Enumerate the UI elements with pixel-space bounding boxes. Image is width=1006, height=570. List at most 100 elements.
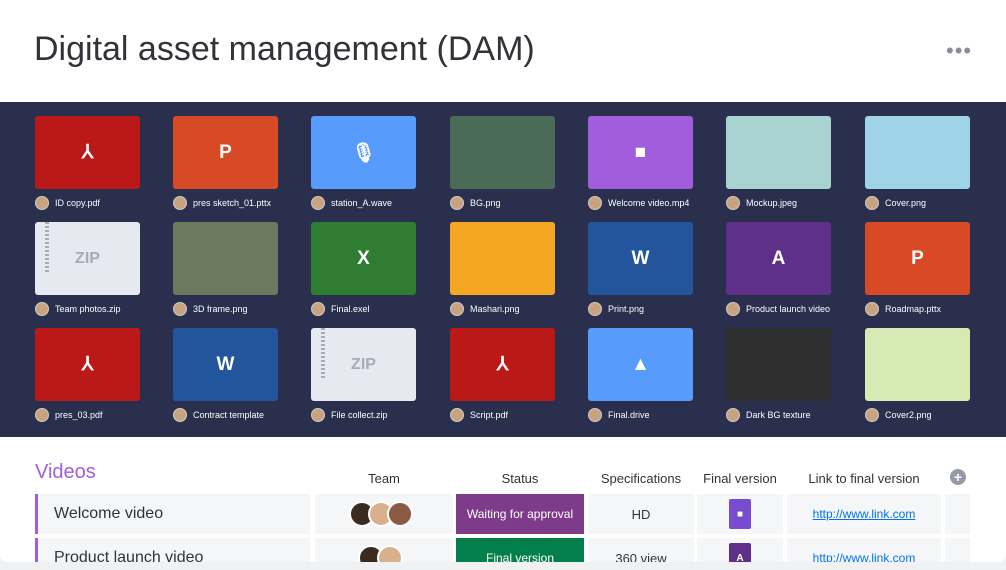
asset-label: Script.pdf — [450, 408, 508, 422]
avatar — [450, 408, 464, 422]
asset-name[interactable]: pres_03.pdf — [55, 410, 103, 420]
status-cell[interactable]: Waiting for approval — [456, 494, 584, 534]
item-name-cell[interactable]: Product launch video — [35, 538, 310, 562]
asset-tile-video[interactable]: ■ — [588, 116, 693, 189]
asset-name[interactable]: Final.drive — [608, 410, 650, 420]
asset-name[interactable]: Mockup.jpeg — [746, 198, 797, 208]
asset-label: Contract template — [173, 408, 264, 422]
avatar — [865, 408, 879, 422]
team-avatar — [377, 545, 403, 562]
add-column-button[interactable]: + — [950, 469, 966, 485]
asset-tile-image[interactable] — [450, 116, 555, 189]
asset-name[interactable]: 3D frame.png — [193, 304, 248, 314]
asset-name[interactable]: BG.png — [470, 198, 501, 208]
avatar — [35, 196, 49, 210]
asset-label: pres sketch_01.pttx — [173, 196, 271, 210]
asset-label: Team photos.zip — [35, 302, 121, 316]
final-version-cell[interactable]: ■ — [697, 494, 783, 534]
asset-label: Dark BG texture — [726, 408, 811, 422]
asset-tile-ppt[interactable]: P — [865, 222, 970, 295]
avatar — [588, 408, 602, 422]
asset-tile-image[interactable] — [726, 116, 831, 189]
asset-tile-image[interactable] — [726, 328, 831, 401]
empty-cell — [945, 494, 970, 534]
avatar — [311, 302, 325, 316]
item-name-cell[interactable]: Welcome video — [35, 494, 310, 534]
avatar — [35, 302, 49, 316]
asset-name[interactable]: Roadmap.pttx — [885, 304, 941, 314]
column-header-team[interactable]: Team — [315, 471, 453, 486]
ppt-icon: P — [219, 141, 232, 163]
avatar — [173, 408, 187, 422]
team-avatar — [386, 501, 413, 527]
asset-name[interactable]: pres sketch_01.pttx — [193, 198, 271, 208]
asset-name[interactable]: Mashari.png — [470, 304, 520, 314]
avatar — [173, 196, 187, 210]
asset-tile-image[interactable] — [865, 328, 970, 401]
asset-name[interactable]: File collect.zip — [331, 410, 388, 420]
asset-name[interactable]: Script.pdf — [470, 410, 508, 420]
zip-icon: ZIP — [75, 249, 100, 267]
asset-name[interactable]: Final.exel — [331, 304, 370, 314]
column-header-specifications[interactable]: Specifications — [588, 471, 694, 486]
asset-label: Cover2.png — [865, 408, 932, 422]
avatar — [450, 302, 464, 316]
column-header-link[interactable]: Link to final version — [787, 471, 941, 486]
asset-tile-pdf[interactable]: ⅄ — [35, 116, 140, 189]
drive-icon: ▲ — [631, 353, 650, 375]
asset-name[interactable]: Product launch video — [746, 304, 830, 314]
asset-tile-drive[interactable]: ▲ — [588, 328, 693, 401]
column-header-final-version[interactable]: Final version — [697, 471, 783, 486]
asset-tile-excel[interactable]: X — [311, 222, 416, 295]
excel-icon: X — [357, 247, 370, 269]
asset-name[interactable]: station_A.wave — [331, 198, 392, 208]
asset-tile-pdf[interactable]: ⅄ — [450, 328, 555, 401]
pdf-icon: ⅄ — [81, 354, 94, 375]
asset-tile-zip[interactable]: ZIP — [311, 328, 416, 401]
asset-name[interactable]: ID copy.pdf — [55, 198, 100, 208]
specifications-cell[interactable]: HD — [588, 494, 694, 534]
asset-name[interactable]: Dark BG texture — [746, 410, 811, 420]
final-version-link[interactable]: http://www.link.com — [813, 507, 916, 521]
final-version-link[interactable]: http://www.link.com — [813, 551, 916, 562]
asset-tile-word[interactable]: W — [588, 222, 693, 295]
asset-gallery: ⅄ ID copy.pdf Ppres sketch_01.pttx 🎙 station… — [0, 102, 1006, 437]
link-cell[interactable]: http://www.link.com — [787, 494, 941, 534]
asset-label: Final.exel — [311, 302, 370, 316]
file-icon[interactable]: A — [729, 543, 751, 562]
asset-name[interactable]: Team photos.zip — [55, 304, 121, 314]
ppt-icon: P — [911, 247, 924, 269]
team-cell[interactable] — [315, 538, 453, 562]
team-cell[interactable] — [315, 494, 453, 534]
asset-name[interactable]: Welcome video.mp4 — [608, 198, 689, 208]
final-version-cell[interactable]: A — [697, 538, 783, 562]
asset-tile-image[interactable] — [450, 222, 555, 295]
more-options-icon[interactable]: ••• — [946, 38, 972, 64]
asset-label: BG.png — [450, 196, 501, 210]
avatar — [865, 196, 879, 210]
asset-tile-image[interactable] — [865, 116, 970, 189]
status-cell[interactable]: Final version — [456, 538, 584, 562]
zipper-icon — [321, 328, 325, 378]
asset-tile-zip[interactable]: ZIP — [35, 222, 140, 295]
asset-name[interactable]: Print.png — [608, 304, 644, 314]
asset-name[interactable]: Cover2.png — [885, 410, 932, 420]
asset-tile-aftereffects[interactable]: A — [726, 222, 831, 295]
column-header-status[interactable]: Status — [456, 471, 584, 486]
zip-icon: ZIP — [351, 355, 376, 373]
asset-name[interactable]: Cover.png — [885, 198, 926, 208]
link-cell[interactable]: http://www.link.com — [787, 538, 941, 562]
asset-tile-audio[interactable]: 🎙 — [311, 116, 416, 189]
specifications-cell[interactable]: 360 view — [588, 538, 694, 562]
asset-tile-ppt[interactable]: P — [173, 116, 278, 189]
asset-tile-word[interactable]: W — [173, 328, 278, 401]
asset-name[interactable]: Contract template — [193, 410, 264, 420]
asset-tile-image[interactable] — [173, 222, 278, 295]
asset-label: Roadmap.pttx — [865, 302, 941, 316]
word-icon: W — [216, 353, 235, 375]
file-icon[interactable]: ■ — [729, 499, 751, 529]
asset-tile-pdf[interactable]: ⅄ — [35, 328, 140, 401]
asset-label: pres_03.pdf — [35, 408, 103, 422]
zipper-icon — [45, 222, 49, 272]
avatar — [173, 302, 187, 316]
